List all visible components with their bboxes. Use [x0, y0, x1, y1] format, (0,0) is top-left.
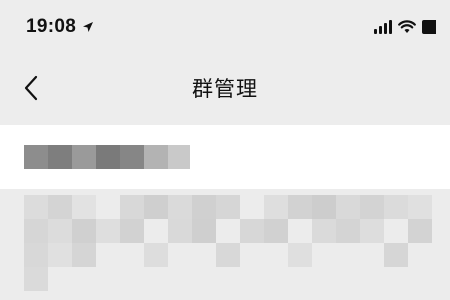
blur-block — [264, 195, 288, 219]
blur-block — [24, 267, 48, 291]
blur-block — [408, 219, 432, 243]
location-arrow-icon — [83, 22, 94, 32]
status-bar: 19:08 — [0, 0, 450, 54]
screen: 19:08 群管理 — [0, 0, 450, 300]
blur-block — [72, 243, 96, 267]
status-time: 19:08 — [26, 16, 77, 37]
blur-block — [72, 195, 96, 219]
blur-block — [288, 243, 312, 267]
blur-block — [192, 219, 216, 243]
blur-block — [216, 243, 240, 267]
blur-block — [216, 195, 240, 219]
blur-block — [48, 195, 72, 219]
blur-block — [120, 219, 144, 243]
blur-block — [336, 219, 360, 243]
blur-block — [120, 195, 144, 219]
blur-block — [384, 243, 408, 267]
cellular-signal-icon — [374, 20, 392, 34]
chevron-left-icon — [24, 75, 38, 101]
blur-block — [24, 219, 48, 243]
blur-block — [144, 195, 168, 219]
status-left: 19:08 — [26, 16, 94, 38]
blur-block — [48, 243, 72, 267]
blur-block — [168, 195, 192, 219]
blur-block — [288, 195, 312, 219]
blur-block — [48, 219, 72, 243]
blur-block — [72, 219, 96, 243]
blur-block — [168, 219, 192, 243]
blur-block — [96, 219, 120, 243]
blur-block — [24, 243, 48, 267]
blur-block — [360, 195, 384, 219]
blurred-content-area — [0, 189, 450, 300]
blur-block — [24, 195, 48, 219]
blur-block — [264, 219, 288, 243]
blur-block — [360, 219, 384, 243]
wifi-icon — [398, 20, 416, 33]
nav-bar: 群管理 — [0, 60, 450, 116]
blur-block — [192, 195, 216, 219]
blur-block — [312, 195, 336, 219]
battery-icon — [422, 20, 436, 34]
blur-block — [144, 243, 168, 267]
blur-block — [312, 219, 336, 243]
status-right — [374, 20, 436, 34]
page-title: 群管理 — [192, 78, 258, 101]
group-info-row[interactable] — [0, 125, 450, 189]
blur-block — [336, 195, 360, 219]
back-button[interactable] — [16, 72, 46, 104]
blurred-group-name — [24, 145, 190, 169]
blur-block — [384, 195, 408, 219]
blur-block — [408, 195, 432, 219]
blur-block — [240, 219, 264, 243]
